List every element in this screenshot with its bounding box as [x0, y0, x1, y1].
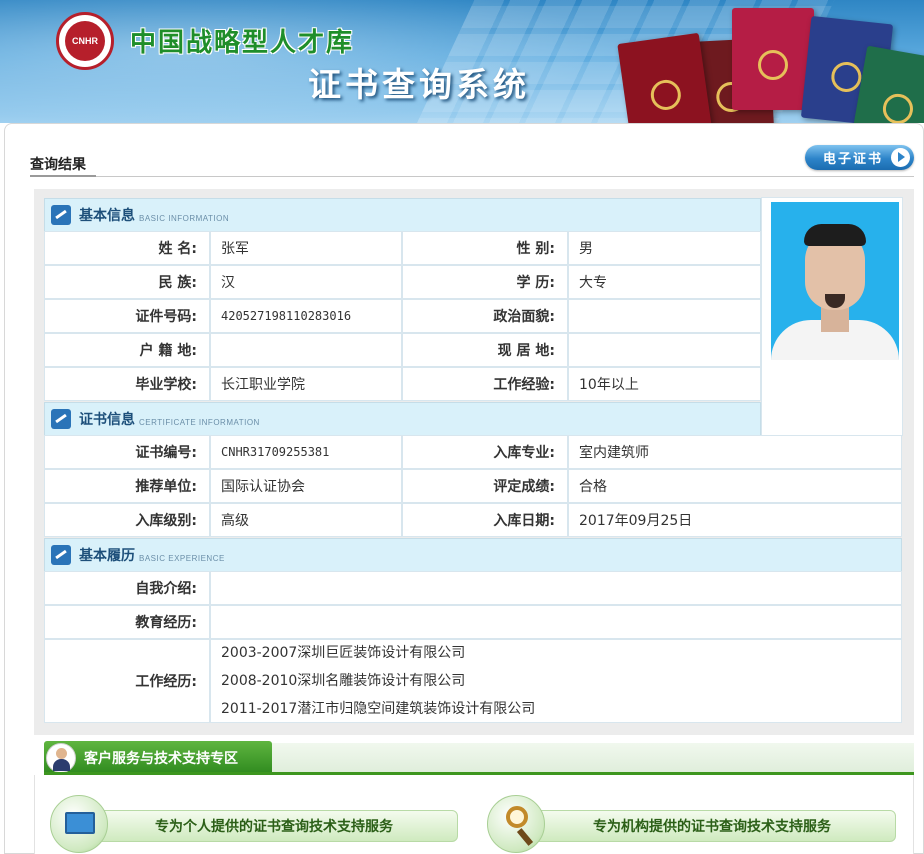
section-pen-icon [51, 409, 71, 429]
cert-number-value: CNHR31709255381 [210, 435, 402, 469]
cert-number-label: 证书编号: [44, 435, 210, 469]
system-title: 证书查询系统 [308, 65, 530, 104]
logo-text: CNHR [65, 21, 105, 61]
section-subtitle: BASIC INFORMATION [139, 213, 230, 223]
score-value: 合格 [568, 469, 902, 503]
work-history-item: 2011-2017潜江市归隐空间建筑装饰设计有限公司 [221, 701, 536, 717]
work-history-value: 2003-2007深圳巨匠装饰设计有限公司 2008-2010深圳名雕装饰设计有… [210, 639, 902, 723]
id-number-value: 420527198110283016 [210, 299, 402, 333]
work-experience-label: 工作经验: [402, 367, 568, 401]
education-level-label: 学 历: [402, 265, 568, 299]
education-history-label: 教育经历: [44, 605, 210, 639]
work-history-item: 2008-2010深圳名雕装饰设计有限公司 [221, 673, 466, 689]
resume-header: 基本履历 BASIC EXPERIENCE [44, 538, 902, 572]
avatar [771, 202, 899, 360]
monitor-headset-icon [50, 795, 108, 853]
hukou-label: 户 籍 地: [44, 333, 210, 367]
level-value: 高级 [210, 503, 402, 537]
residence-label: 现 居 地: [402, 333, 568, 367]
recommender-label: 推荐单位: [44, 469, 210, 503]
major-value: 室内建筑师 [568, 435, 902, 469]
work-history-item: 2003-2007深圳巨匠装饰设计有限公司 [221, 645, 466, 661]
political-status-value [568, 299, 761, 333]
education-level-value: 大专 [568, 265, 761, 299]
magnifier-book-icon [487, 795, 545, 853]
support-title: 客户服务与技术支持专区 [84, 750, 238, 767]
hukou-value [210, 333, 402, 367]
education-history-value [210, 605, 902, 639]
level-label: 入库级别: [44, 503, 210, 537]
personal-support-link[interactable]: 专为个人提供的证书查询技术支持服务 [90, 810, 458, 842]
gender-value: 男 [568, 231, 761, 265]
score-label: 评定成绩: [402, 469, 568, 503]
self-intro-value [210, 571, 902, 605]
section-title: 基本信息 [79, 208, 135, 224]
section-title: 证书信息 [79, 412, 135, 428]
residence-value [568, 333, 761, 367]
arrow-right-icon [891, 148, 910, 167]
date-value: 2017年09月25日 [568, 503, 902, 537]
section-subtitle: CERTIFICATE INFORMATION [139, 417, 260, 427]
photo-frame [761, 197, 903, 436]
organization-support-link[interactable]: 专为机构提供的证书查询技术支持服务 [528, 810, 896, 842]
gender-label: 性 别: [402, 231, 568, 265]
school-value: 长江职业学院 [210, 367, 402, 401]
ethnicity-label: 民 族: [44, 265, 210, 299]
header-banner: CNHR 中国战略型人才库 证书查询系统 [0, 0, 924, 123]
divider [30, 176, 914, 177]
ethnicity-value: 汉 [210, 265, 402, 299]
electronic-certificate-label: 电子证书 [823, 152, 884, 167]
certificate-book-image [732, 8, 814, 110]
work-experience-value: 10年以上 [568, 367, 761, 401]
support-header: 客户服务与技术支持专区 [44, 741, 272, 774]
site-title: 中国战略型人才库 [130, 28, 355, 58]
agent-icon [46, 742, 76, 773]
work-history-label: 工作经历: [44, 639, 210, 723]
self-intro-label: 自我介绍: [44, 571, 210, 605]
recommender-value: 国际认证协会 [210, 469, 402, 503]
basic-info-header: 基本信息 BASIC INFORMATION [44, 198, 761, 232]
major-label: 入库专业: [402, 435, 568, 469]
certificate-info-header: 证书信息 CERTIFICATE INFORMATION [44, 402, 761, 436]
date-label: 入库日期: [402, 503, 568, 537]
section-title: 基本履历 [79, 548, 135, 564]
certificate-book-image [617, 32, 713, 123]
name-value: 张军 [210, 231, 402, 265]
electronic-certificate-button[interactable]: 电子证书 [805, 145, 914, 170]
logo-icon: CNHR [56, 12, 114, 70]
section-pen-icon [51, 545, 71, 565]
name-label: 姓 名: [44, 231, 210, 265]
school-label: 毕业学校: [44, 367, 210, 401]
result-title: 查询结果 [30, 157, 86, 173]
section-pen-icon [51, 205, 71, 225]
divider-accent [30, 175, 96, 177]
political-status-label: 政治面貌: [402, 299, 568, 333]
id-number-label: 证件号码: [44, 299, 210, 333]
section-subtitle: BASIC EXPERIENCE [139, 553, 225, 563]
support-header-strip [272, 743, 914, 773]
